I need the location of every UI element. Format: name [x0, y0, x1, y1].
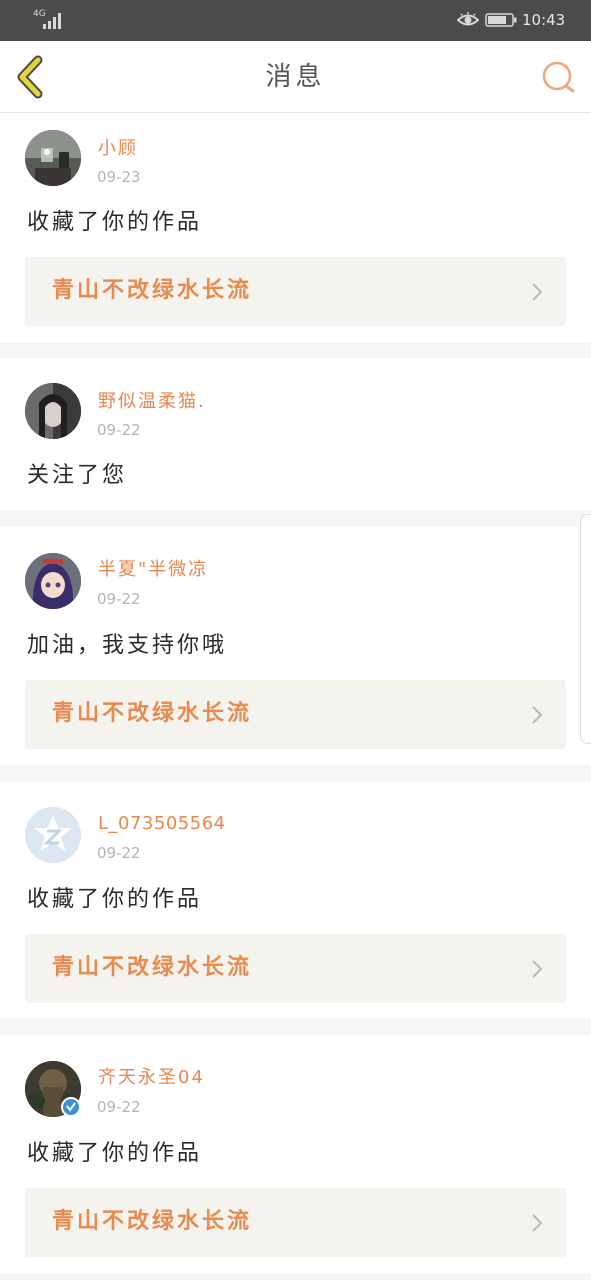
message-text: 收藏了你的作品 [27, 210, 203, 235]
message-text: 关注了您 [27, 463, 128, 488]
avatar[interactable] [25, 553, 81, 609]
avatar[interactable] [25, 807, 81, 863]
message-date: 09-22 [97, 590, 141, 608]
message-card: 野似温柔猫. 09-22 关注了您 [0, 358, 591, 511]
work-title: 青山不改绿水长流 [52, 701, 253, 726]
header: 消息 [0, 41, 591, 113]
avatar-photo-icon [25, 130, 81, 186]
message-date: 09-23 [97, 168, 141, 186]
avatar[interactable] [25, 130, 81, 186]
separator [0, 1019, 591, 1035]
message-card: 小顾 09-23 收藏了你的作品 青山不改绿水长流 [0, 113, 591, 342]
separator [0, 511, 591, 527]
chevron-right-icon [532, 283, 543, 301]
chevron-right-icon [532, 706, 543, 724]
message-text: 收藏了你的作品 [27, 887, 203, 912]
work-link[interactable]: 青山不改绿水长流 [25, 680, 566, 749]
username[interactable]: 野似温柔猫. [98, 391, 206, 413]
message-date: 09-22 [97, 1098, 141, 1116]
avatar-photo-icon [25, 383, 81, 439]
work-title: 青山不改绿水长流 [52, 1209, 253, 1234]
message-list: 小顾 09-23 收藏了你的作品 青山不改绿水长流 野似温柔猫. 09-22 关… [0, 113, 591, 1280]
work-link[interactable]: 青山不改绿水长流 [25, 1188, 566, 1257]
work-title: 青山不改绿水长流 [52, 278, 253, 303]
status-bar: 4G 10:43 [0, 0, 591, 41]
username[interactable]: 半夏"半微凉 [98, 559, 208, 581]
work-title: 青山不改绿水长流 [52, 955, 253, 980]
search-icon[interactable] [540, 59, 576, 95]
work-link[interactable]: 青山不改绿水长流 [25, 257, 566, 326]
message-card: 半夏"半微凉 09-22 加油，我支持你哦 青山不改绿水长流 [0, 527, 591, 765]
avatar[interactable] [25, 383, 81, 439]
message-date: 09-22 [97, 421, 141, 439]
work-link[interactable]: 青山不改绿水长流 [25, 934, 566, 1003]
separator [0, 1273, 591, 1280]
signal-icon [43, 13, 61, 29]
page-title: 消息 [265, 62, 326, 92]
clock: 10:43 [522, 11, 566, 29]
chevron-right-icon [532, 1214, 543, 1232]
avatar-anime-icon [25, 553, 81, 609]
separator [0, 342, 591, 358]
floating-side-handle[interactable] [580, 514, 591, 744]
verified-badge-icon [61, 1097, 81, 1117]
separator [0, 765, 591, 781]
message-card: 齐天永圣04 09-22 收藏了你的作品 青山不改绿水长流 [0, 1035, 591, 1273]
battery-icon [485, 13, 517, 27]
eye-comfort-icon [457, 12, 479, 26]
message-date: 09-22 [97, 844, 141, 862]
message-text: 收藏了你的作品 [27, 1141, 203, 1166]
chevron-right-icon [532, 960, 543, 978]
default-avatar-icon [25, 807, 81, 863]
username[interactable]: L_073505564 [98, 813, 226, 835]
message-text: 加油，我支持你哦 [27, 633, 228, 658]
username[interactable]: 小顾 [98, 138, 138, 160]
message-card: L_073505564 09-22 收藏了你的作品 青山不改绿水长流 [0, 781, 591, 1019]
username[interactable]: 齐天永圣04 [98, 1067, 205, 1089]
